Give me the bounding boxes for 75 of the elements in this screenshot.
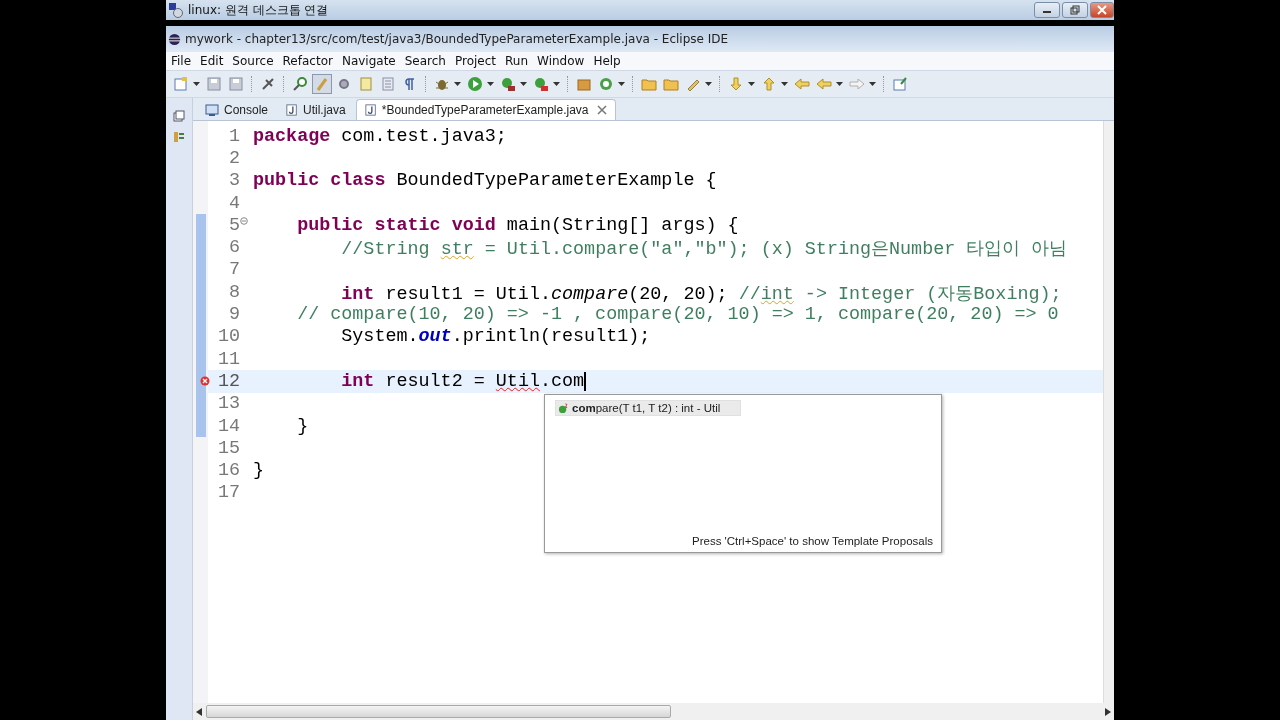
menu-item[interactable]: Run	[502, 54, 535, 68]
line-number: 16	[217, 460, 240, 482]
caret-icon[interactable]	[618, 82, 625, 86]
close-icon[interactable]	[596, 105, 607, 115]
menu-item[interactable]: Edit	[197, 54, 230, 68]
hint-text: Press 'Ctrl+Space' to show Template Proposals	[691, 535, 934, 549]
monitor-icon	[205, 103, 219, 117]
menu-item[interactable]: Window	[534, 54, 591, 68]
caret-icon[interactable]	[193, 82, 200, 86]
line-number: 2	[228, 147, 240, 169]
menu-item[interactable]: Help	[590, 54, 627, 68]
line-number: 4	[228, 192, 240, 214]
line-number: 7	[228, 259, 240, 281]
line-number: 1	[228, 125, 240, 147]
code-line: }	[296, 415, 309, 437]
code-line: System.out.println(result1);	[340, 326, 651, 348]
collapse-icon[interactable]	[240, 217, 248, 226]
menu-item[interactable]: Project	[451, 54, 503, 68]
code-line: //String str = Util.compare("a","b"); (x) String은Number 타입이 아님	[340, 238, 1068, 261]
editor-tab[interactable]: Util.java	[278, 100, 354, 120]
caret-icon[interactable]	[487, 82, 494, 86]
code-line: int result2 = Util.com	[340, 370, 586, 392]
restore-icon	[1070, 5, 1080, 15]
eclipse-icon	[168, 32, 181, 46]
line-number: 8	[228, 281, 240, 303]
editor-tab[interactable]: Console	[197, 100, 277, 120]
static-method-icon	[558, 402, 569, 414]
restore-view-icon[interactable]	[173, 110, 185, 122]
horizontal-scrollbar[interactable]	[206, 705, 672, 718]
code-line: int result1 = Util.compare(20, 20); //int -> Integer (자동Boxing);	[340, 282, 1062, 305]
close-button[interactable]	[1090, 2, 1114, 18]
menu-item[interactable]: Search	[401, 54, 452, 68]
caret-icon[interactable]	[705, 82, 712, 86]
window-title: linux: 원격 데스크톱 연결	[188, 1, 329, 19]
line-number: 6	[228, 237, 240, 259]
line-number: 3	[228, 170, 240, 192]
minimize-button[interactable]	[1034, 2, 1060, 18]
line-number: 10	[217, 326, 240, 348]
java-file-icon	[286, 103, 299, 117]
window-title: mywork - chapter13/src/com/test/java3/BoundedTypeParameterExample.java - Eclipse IDE	[185, 32, 729, 46]
menu-item[interactable]: Navigate	[338, 54, 402, 68]
menu-item[interactable]: Refactor	[279, 54, 339, 68]
java-file-icon	[364, 103, 377, 117]
code-line: package com.test.java3;	[252, 125, 507, 147]
outline-icon[interactable]	[173, 131, 185, 143]
caret-icon[interactable]	[454, 82, 461, 86]
remote-desktop-icon	[168, 2, 184, 18]
line-number: 11	[217, 348, 240, 370]
caret-icon[interactable]	[781, 82, 788, 86]
vertical-scrollbar[interactable]	[1103, 121, 1114, 703]
menu-item[interactable]: Source	[229, 54, 280, 68]
proposal-item[interactable]: compare(T t1, T t2) : int - Util	[555, 400, 742, 416]
code-line: public static void main(String[] args) {	[296, 214, 739, 236]
menu-item[interactable]: File	[168, 54, 198, 68]
caret-icon[interactable]	[836, 82, 843, 86]
caret-icon[interactable]	[748, 82, 755, 86]
line-number: 17	[217, 482, 240, 504]
scroll-left-icon[interactable]	[196, 707, 202, 716]
save-all-icon[interactable]	[226, 74, 246, 94]
code-line: // compare(10, 20) => -1 , compare(20, 10) => 1, compare(20, 20) => 0	[296, 304, 1059, 325]
caret-icon[interactable]	[869, 82, 876, 86]
close-icon	[1097, 5, 1107, 15]
code-line: }	[252, 460, 265, 482]
line-number: 12	[217, 370, 240, 392]
caret-icon[interactable]	[520, 82, 527, 86]
caret-icon[interactable]	[553, 82, 560, 86]
line-number: 13	[217, 393, 240, 415]
editor-tab[interactable]: *BoundedTypeParameterExample.java	[355, 99, 616, 120]
line-number: 15	[217, 437, 240, 459]
scroll-right-icon[interactable]	[1105, 707, 1111, 716]
line-number: 5	[228, 214, 240, 236]
line-number: 9	[228, 304, 240, 325]
code-line: public class BoundedTypeParameterExample {	[252, 170, 717, 192]
line-number: 14	[217, 415, 240, 437]
restore-button[interactable]	[1062, 2, 1088, 18]
